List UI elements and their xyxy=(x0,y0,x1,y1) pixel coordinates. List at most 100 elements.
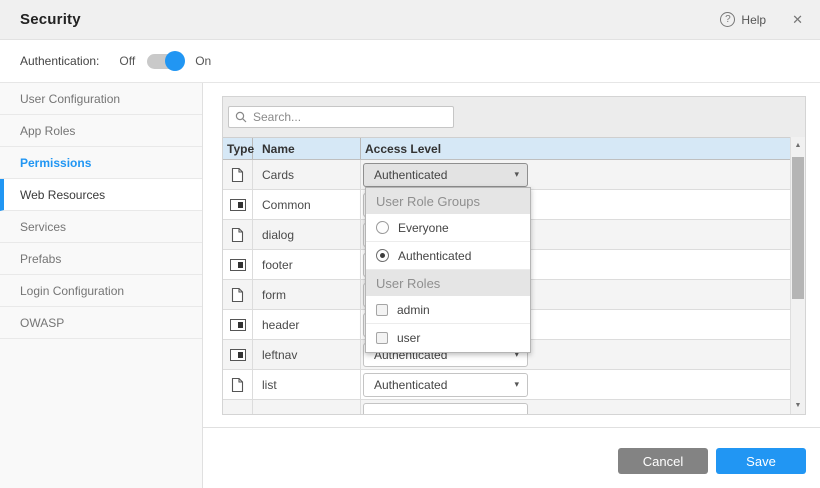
dropdown-value: Authenticated xyxy=(374,378,447,392)
search-icon xyxy=(235,111,247,123)
chevron-down-icon: ▾ xyxy=(514,169,519,180)
sidebar-item-label: App Roles xyxy=(20,124,75,138)
type-cell xyxy=(223,280,253,309)
toggle-off-label: Off xyxy=(119,54,135,68)
authentication-bar: Authentication: Off On xyxy=(0,40,820,83)
page-icon xyxy=(231,167,244,183)
sidebar-item-prefabs[interactable]: Prefabs xyxy=(0,243,202,275)
option-label: Everyone xyxy=(398,221,449,235)
name-cell: dialog xyxy=(253,220,361,249)
option-label: user xyxy=(397,331,420,345)
sidebar-item-label: Login Configuration xyxy=(20,284,124,298)
table-row-partial xyxy=(223,400,790,414)
group-header-user-role-groups: User Role Groups xyxy=(366,188,530,214)
name-cell: header xyxy=(253,310,361,339)
radio-icon[interactable] xyxy=(376,221,389,234)
sidebar-item-app-roles[interactable]: App Roles xyxy=(0,115,202,147)
sidebar-item-label: User Configuration xyxy=(20,92,120,106)
sidebar-item-owasp[interactable]: OWASP xyxy=(0,307,202,339)
access-cell xyxy=(361,400,790,414)
name-cell: list xyxy=(253,370,361,399)
type-cell xyxy=(223,340,253,369)
titlebar-actions: ? Help ✕ xyxy=(720,12,803,28)
authentication-label: Authentication: xyxy=(20,54,99,68)
scroll-up-icon[interactable]: ▲ xyxy=(791,138,805,153)
scroll-down-icon[interactable]: ▼ xyxy=(791,398,805,413)
type-cell xyxy=(223,400,253,414)
option-label: admin xyxy=(397,303,430,317)
vertical-scrollbar[interactable]: ▲ ▼ xyxy=(790,137,805,414)
window-titlebar: Security ? Help ✕ xyxy=(0,0,820,40)
table-row: Cards Authenticated ▾ xyxy=(223,160,790,190)
type-cell xyxy=(223,250,253,279)
sidebar-item-label: Web Resources xyxy=(20,188,105,202)
type-cell xyxy=(223,370,253,399)
cancel-button[interactable]: Cancel xyxy=(618,448,708,474)
type-cell xyxy=(223,160,253,189)
security-window: Security ? Help ✕ Authentication: Off On… xyxy=(0,0,820,488)
type-cell xyxy=(223,190,253,219)
checkbox-icon[interactable] xyxy=(376,332,388,344)
search-input[interactable] xyxy=(253,110,447,124)
page-title: Security xyxy=(20,11,81,28)
radio-checked-icon[interactable] xyxy=(376,249,389,262)
main-content: Type Name Access Level Cards xyxy=(203,83,820,488)
page-icon xyxy=(231,287,244,303)
sidebar: User Configuration App Roles Permissions… xyxy=(0,83,203,488)
name-cell: Common xyxy=(253,190,361,219)
help-icon[interactable]: ? xyxy=(720,12,735,27)
checkbox-icon[interactable] xyxy=(376,304,388,316)
window-body: User Configuration App Roles Permissions… xyxy=(0,83,820,488)
access-level-dropdown-panel: User Role Groups Everyone Authenticated … xyxy=(365,187,531,353)
sidebar-item-label: Prefabs xyxy=(20,252,61,266)
sidebar-item-web-resources[interactable]: Web Resources xyxy=(0,179,202,211)
option-everyone[interactable]: Everyone xyxy=(366,214,530,242)
access-level-dropdown[interactable] xyxy=(363,403,528,415)
name-cell: Cards xyxy=(253,160,361,189)
option-authenticated[interactable]: Authenticated xyxy=(366,242,530,270)
access-cell: Authenticated ▾ xyxy=(361,160,790,189)
search-box[interactable] xyxy=(228,106,454,128)
toggle-knob xyxy=(165,51,185,71)
group-header-user-roles: User Roles xyxy=(366,270,530,296)
option-admin[interactable]: admin xyxy=(366,296,530,324)
partial-icon xyxy=(230,199,246,211)
partial-icon xyxy=(230,349,246,361)
chevron-down-icon: ▾ xyxy=(514,379,519,390)
column-header-name: Name xyxy=(253,138,361,159)
type-cell xyxy=(223,220,253,249)
help-link[interactable]: Help xyxy=(741,13,766,27)
web-resources-panel: Type Name Access Level Cards xyxy=(222,96,806,415)
authentication-toggle[interactable] xyxy=(147,54,183,69)
dropdown-value: Authenticated xyxy=(374,168,447,182)
partial-icon xyxy=(230,259,246,271)
page-icon xyxy=(231,377,244,393)
name-cell: footer xyxy=(253,250,361,279)
sidebar-item-login-configuration[interactable]: Login Configuration xyxy=(0,275,202,307)
sidebar-item-permissions[interactable]: Permissions xyxy=(0,147,202,179)
access-level-dropdown[interactable]: Authenticated ▾ xyxy=(363,163,528,187)
table-toolbar xyxy=(223,97,805,137)
page-icon xyxy=(231,227,244,243)
name-cell xyxy=(253,400,361,414)
column-header-type: Type xyxy=(223,138,253,159)
close-icon[interactable]: ✕ xyxy=(792,12,803,28)
sidebar-item-user-configuration[interactable]: User Configuration xyxy=(0,83,202,115)
sidebar-item-services[interactable]: Services xyxy=(0,211,202,243)
name-cell: leftnav xyxy=(253,340,361,369)
type-cell xyxy=(223,310,253,339)
sidebar-item-label: Services xyxy=(20,220,66,234)
table-header-row: Type Name Access Level xyxy=(223,137,790,160)
toggle-on-label: On xyxy=(195,54,211,68)
save-button[interactable]: Save xyxy=(716,448,806,474)
table-row: list Authenticated ▾ xyxy=(223,370,790,400)
partial-icon xyxy=(230,319,246,331)
footer-bar: Cancel Save xyxy=(203,427,820,488)
option-label: Authenticated xyxy=(398,249,471,263)
sidebar-item-label: Permissions xyxy=(20,156,91,170)
scrollbar-thumb[interactable] xyxy=(792,157,804,299)
name-cell: form xyxy=(253,280,361,309)
access-cell: Authenticated ▾ xyxy=(361,370,790,399)
option-user[interactable]: user xyxy=(366,324,530,352)
access-level-dropdown[interactable]: Authenticated ▾ xyxy=(363,373,528,397)
